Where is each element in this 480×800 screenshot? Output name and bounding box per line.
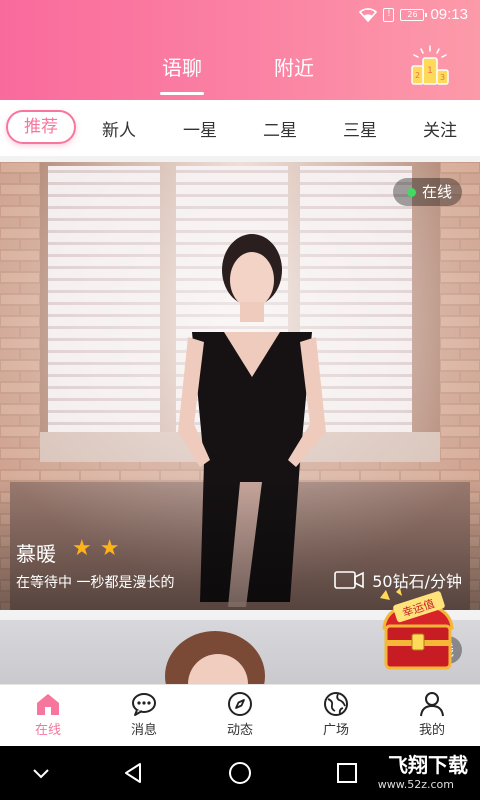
nav-square[interactable]: 广场 [296, 691, 376, 738]
message-icon [132, 693, 156, 716]
category-follow[interactable]: 关注 [423, 116, 457, 141]
lucky-chest-icon[interactable]: 幸运值 [366, 588, 470, 674]
video-call-icon [334, 571, 365, 589]
profile-name: 慕暖 [16, 542, 56, 566]
user-icon [420, 692, 444, 717]
star-rating: ★ ★ [72, 536, 119, 562]
sim-alert-icon: ! [383, 7, 395, 22]
star-icon: ★ [72, 536, 92, 561]
system-nav-bar: 飞翔下载 www.52z.com [0, 746, 480, 800]
watermark-title: 飞翔下载 [388, 753, 468, 777]
category-tabs: 推荐 新人 一星 二星 三星 关注 [0, 100, 480, 156]
recents-icon[interactable] [334, 760, 360, 786]
category-one-star[interactable]: 一星 [183, 116, 217, 141]
app-header: ! 26 09:13 语聊 附近 1 2 3 [0, 0, 480, 100]
status-time: 09:13 [430, 6, 468, 23]
profile-card[interactable]: 在线 慕暖 ★ ★ 在等待中 一秒都是漫长的 50钻石/分钟 [0, 162, 480, 610]
watermark-url: www.52z.com [377, 778, 454, 791]
tab-nearby[interactable]: 附近 [274, 52, 314, 81]
back-icon[interactable] [120, 760, 146, 786]
category-new[interactable]: 新人 [102, 116, 136, 141]
nav-online[interactable]: 在线 [8, 691, 88, 738]
nav-label: 广场 [322, 723, 349, 738]
bottom-nav: 在线 消息 动态 广场 我的 [0, 684, 480, 746]
category-recommend[interactable]: 推荐 [6, 110, 76, 144]
battery-icon: 26 [400, 8, 428, 21]
profile-signature: 在等待中 一秒都是漫长的 [16, 575, 175, 591]
ranking-podium-icon[interactable]: 1 2 3 [408, 44, 452, 88]
globe-icon [324, 692, 348, 716]
home-button-icon[interactable] [227, 760, 253, 786]
category-three-star[interactable]: 三星 [343, 116, 377, 141]
profile-photo [165, 631, 265, 684]
nav-label: 我的 [418, 723, 445, 738]
svg-text:3: 3 [440, 73, 445, 82]
svg-text:1: 1 [427, 66, 433, 76]
online-status-badge: 在线 [392, 178, 462, 206]
nav-label: 在线 [34, 723, 61, 738]
nav-moments[interactable]: 动态 [200, 691, 280, 738]
online-dot-icon [406, 187, 416, 197]
nav-profile[interactable]: 我的 [392, 691, 472, 738]
nav-label: 消息 [130, 723, 157, 738]
online-status-label: 在线 [421, 183, 452, 201]
nav-messages[interactable]: 消息 [104, 691, 184, 738]
wifi-icon [359, 7, 378, 22]
compass-icon [228, 692, 252, 716]
status-bar: ! 26 09:13 [0, 0, 480, 32]
nav-label: 动态 [226, 723, 253, 738]
category-two-star[interactable]: 二星 [263, 116, 297, 141]
star-icon: ★ [99, 536, 120, 561]
collapse-chevron-icon[interactable] [28, 760, 54, 786]
svg-text:2: 2 [415, 71, 420, 80]
home-icon [37, 694, 59, 715]
tab-voice-chat[interactable]: 语聊 [160, 52, 204, 95]
